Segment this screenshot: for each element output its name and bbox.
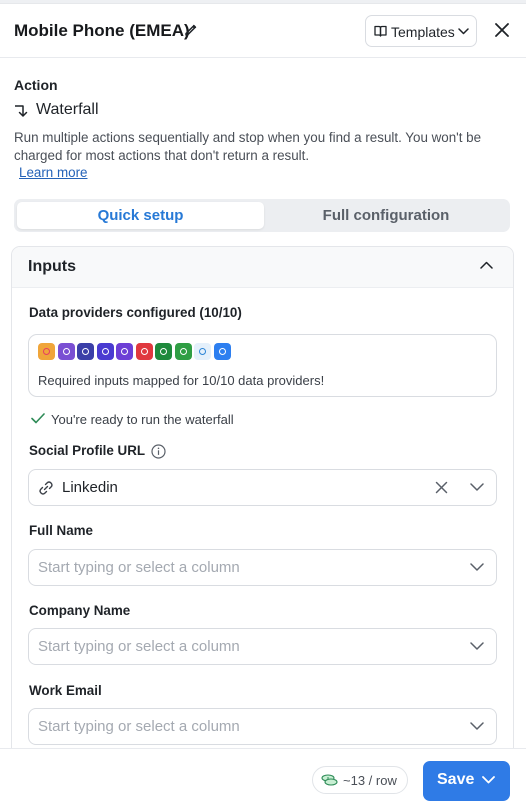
chevron-down-icon[interactable] — [470, 483, 484, 491]
chevron-up-icon[interactable] — [480, 261, 493, 269]
book-icon — [374, 25, 387, 37]
learn-more-link[interactable]: Learn more — [19, 165, 87, 180]
action-name: Waterfall — [36, 101, 99, 118]
full-name-placeholder: Start typing or select a column — [38, 559, 240, 576]
social-profile-url-label: Social Profile URL — [29, 443, 146, 458]
templates-label: Templates — [391, 24, 455, 40]
ready-text: You're ready to run the waterfall — [51, 412, 234, 427]
action-description: Run multiple actions sequentially and st… — [14, 130, 482, 163]
close-icon[interactable] — [493, 21, 511, 39]
company-name-label: Company Name — [29, 603, 131, 618]
templates-button[interactable]: Templates — [365, 15, 477, 47]
panel-footer: ~13 / row Save — [0, 748, 526, 810]
work-email-label: Work Email — [29, 683, 102, 698]
provider-icon-10 — [213, 343, 231, 360]
link-icon — [39, 481, 53, 495]
credits-badge: ~13 / row — [312, 766, 408, 794]
chevron-down-icon[interactable] — [470, 642, 484, 650]
clear-icon[interactable] — [435, 481, 448, 494]
chevron-down-icon[interactable] — [470, 722, 484, 730]
edit-pencil-icon[interactable] — [184, 23, 198, 37]
panel-title: Mobile Phone (EMEA) — [14, 21, 190, 40]
tab-full-configuration[interactable]: Full configuration — [265, 202, 507, 229]
social-profile-url-value: Linkedin — [62, 479, 118, 496]
provider-icon-1 — [38, 343, 55, 360]
provider-icon-7 — [155, 343, 172, 360]
provider-icon-5-mark — [121, 348, 128, 355]
setup-mode-tabs: Quick setup Full configuration — [14, 199, 510, 232]
provider-icon-8 — [174, 343, 192, 360]
action-heading: Action — [14, 77, 58, 93]
company-name-select[interactable]: Start typing or select a column — [28, 628, 497, 665]
providers-configured-label: Data providers configured (10/10) — [29, 305, 242, 320]
chevron-down-icon[interactable] — [482, 776, 495, 784]
save-label: Save — [437, 771, 475, 788]
provider-icon-4-mark — [101, 348, 109, 355]
provider-icon-7-mark — [160, 348, 167, 355]
providers-box[interactable]: Required inputs mapped for 10/10 data pr… — [28, 334, 497, 397]
provider-icon-9-mark — [199, 348, 206, 355]
check-icon — [31, 413, 45, 424]
work-email-placeholder: Start typing or select a column — [38, 718, 240, 735]
tab-quick-setup[interactable]: Quick setup — [17, 202, 264, 229]
provider-icon-3 — [77, 343, 94, 360]
full-name-select[interactable]: Start typing or select a column — [28, 549, 497, 586]
provider-icon-6-mark — [140, 348, 148, 355]
provider-icon-9 — [194, 343, 211, 360]
inputs-card-header[interactable]: Inputs — [12, 247, 513, 288]
full-name-label: Full Name — [29, 523, 93, 538]
provider-icon-2-mark — [62, 348, 70, 355]
provider-icon-2 — [57, 343, 75, 360]
panel-header: Mobile Phone (EMEA) Templates — [0, 4, 526, 58]
save-button[interactable]: Save — [423, 761, 510, 801]
chevron-down-icon[interactable] — [470, 563, 484, 571]
provider-icon-8-mark — [179, 348, 187, 355]
chevron-down-icon — [458, 28, 469, 35]
work-email-select[interactable]: Start typing or select a column — [28, 708, 497, 745]
credits-per-row: ~13 / row — [343, 773, 397, 788]
provider-icon-1-mark — [43, 348, 50, 355]
coins-icon — [321, 774, 338, 786]
provider-icon-10-mark — [218, 348, 226, 355]
inputs-title: Inputs — [28, 258, 76, 275]
provider-icon-4 — [96, 343, 114, 360]
provider-icon-6 — [135, 343, 153, 360]
social-profile-url-select[interactable]: Linkedin — [28, 469, 497, 506]
company-name-placeholder: Start typing or select a column — [38, 638, 240, 655]
provider-icon-5 — [116, 343, 133, 360]
providers-status: Required inputs mapped for 10/10 data pr… — [38, 373, 325, 388]
provider-icon-3-mark — [82, 348, 89, 355]
inputs-card: Inputs Data providers configured (10/10)… — [11, 246, 514, 766]
info-icon[interactable] — [151, 444, 166, 459]
waterfall-arrow-icon — [15, 105, 28, 117]
